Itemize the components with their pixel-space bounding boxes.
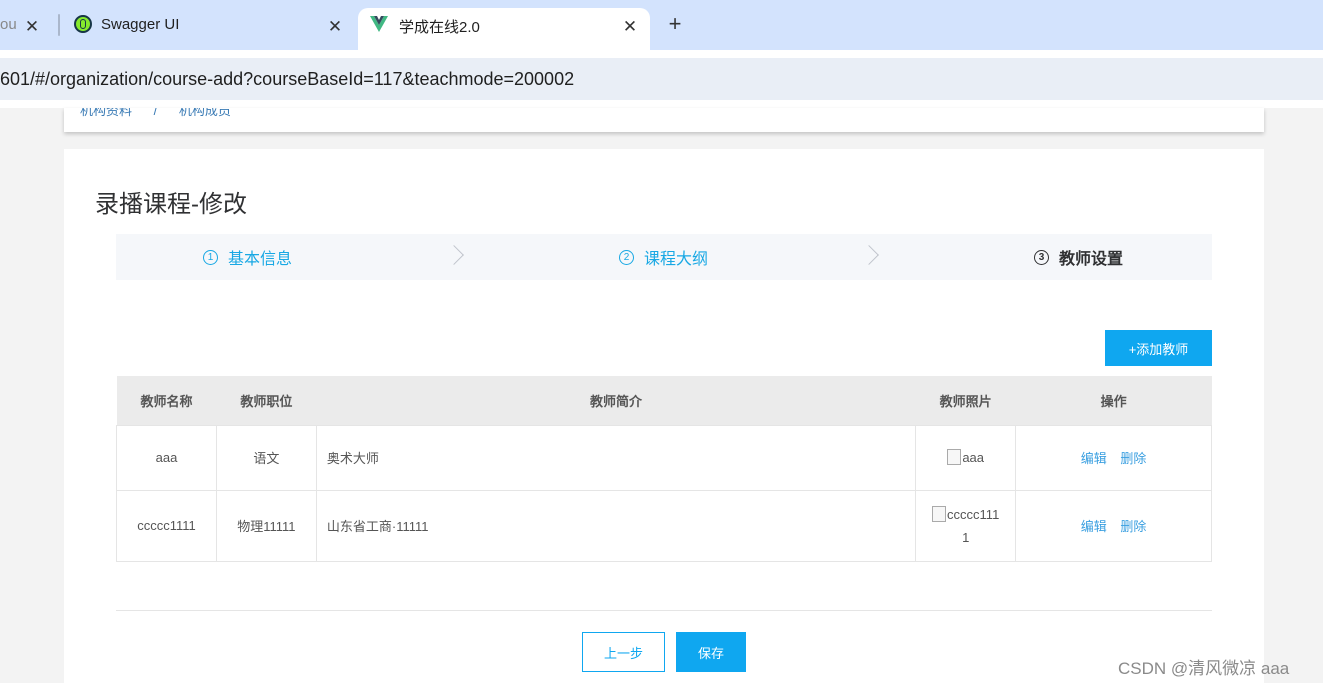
vue-logo-icon bbox=[370, 16, 388, 32]
chevron-right-icon bbox=[444, 245, 464, 265]
teacher-intro: 山东省工商·11111 bbox=[315, 489, 917, 562]
previous-step-button[interactable]: 上一步 bbox=[582, 632, 665, 672]
close-tab-icon[interactable]: ✕ bbox=[325, 17, 345, 37]
url-text[interactable]: 601/#/organization/course-add?courseBase… bbox=[0, 69, 574, 90]
save-button[interactable]: 保存 bbox=[676, 632, 746, 672]
table-header-row: 教师名称 教师职位 教师简介 教师照片 操作 bbox=[116, 376, 1212, 426]
step-number: 1 bbox=[203, 249, 218, 265]
breadcrumb-items: 机构资料 / 机构成员 bbox=[80, 108, 249, 119]
edit-link[interactable]: 编辑 bbox=[1081, 451, 1107, 466]
step-number: 3 bbox=[1034, 249, 1049, 265]
step-teacher-settings[interactable]: 3 教师设置 bbox=[1034, 234, 1123, 280]
table-row: ccccc1111 物理11111 山东省工商·11111 ccccc111 1 … bbox=[116, 489, 1212, 562]
swagger-icon bbox=[74, 15, 92, 33]
breadcrumb-item[interactable]: 机构成员 bbox=[179, 108, 231, 118]
teacher-position: 语文 bbox=[215, 424, 317, 491]
tab-title: Swagger UI bbox=[101, 16, 180, 33]
teacher-photo: ccccc111 1 bbox=[926, 503, 1006, 549]
step-label: 课程大纲 bbox=[644, 251, 709, 268]
table-row: aaa 语文 奥术大师 aaa 编辑 删除 bbox=[116, 424, 1212, 491]
delete-link[interactable]: 删除 bbox=[1120, 519, 1146, 534]
footer-divider bbox=[116, 610, 1212, 611]
step-number: 2 bbox=[619, 249, 634, 265]
delete-link[interactable]: 删除 bbox=[1120, 451, 1146, 466]
photo-alt-text: ccccc111 bbox=[947, 506, 1000, 522]
step-label: 教师设置 bbox=[1059, 251, 1124, 268]
photo-alt-text-wrap: 1 bbox=[962, 529, 970, 545]
new-tab-button[interactable]: + bbox=[664, 13, 686, 36]
close-tab-icon[interactable]: ✕ bbox=[22, 17, 42, 37]
browser-tab-active[interactable]: 学成在线2.0 ✕ bbox=[358, 8, 650, 50]
course-edit-card: 录播课程-修改 1 基本信息 2 课程大纲 3 教师设置 +添加教师 教师名称 … bbox=[64, 149, 1264, 683]
teacher-table: 教师名称 教师职位 教师简介 教师照片 操作 aaa 语文 奥术大师 aaa 编… bbox=[116, 376, 1212, 562]
teacher-photo-cell: aaa bbox=[915, 424, 1017, 491]
edit-link[interactable]: 编辑 bbox=[1081, 519, 1107, 534]
step-label: 基本信息 bbox=[228, 251, 293, 268]
step-basic-info[interactable]: 1 基本信息 bbox=[203, 234, 292, 280]
broken-image-icon bbox=[947, 449, 962, 465]
teacher-name: aaa bbox=[116, 424, 217, 491]
teacher-photo: aaa bbox=[926, 446, 1006, 469]
photo-alt-text: aaa bbox=[962, 450, 985, 465]
breadcrumb-item[interactable]: 机构资料 bbox=[80, 108, 132, 118]
actions-cell: 编辑 删除 bbox=[1015, 489, 1212, 562]
teacher-intro: 奥术大师 bbox=[315, 424, 917, 491]
tab-title: ou bbox=[0, 16, 17, 33]
browser-toolbar: 601/#/organization/course-add?courseBase… bbox=[0, 50, 1323, 108]
address-bar[interactable]: 601/#/organization/course-add?courseBase… bbox=[0, 58, 1323, 100]
watermark: CSDN @清风微凉 aaa bbox=[1118, 659, 1290, 678]
teacher-name: ccccc1111 bbox=[116, 489, 217, 562]
broken-image-icon bbox=[932, 505, 947, 522]
browser-tab-swagger[interactable]: Swagger UI ✕ bbox=[60, 8, 355, 50]
chevron-right-icon bbox=[859, 245, 879, 265]
column-header-intro: 教师简介 bbox=[316, 376, 916, 426]
actions-cell: 编辑 删除 bbox=[1015, 424, 1212, 491]
tab-title: 学成在线2.0 bbox=[399, 19, 480, 36]
browser-tab-1[interactable]: ou ✕ bbox=[0, 8, 52, 50]
column-header-photo: 教师照片 bbox=[915, 376, 1016, 426]
breadcrumb: 机构资料 / 机构成员 bbox=[64, 108, 1264, 132]
step-outline[interactable]: 2 课程大纲 bbox=[619, 234, 708, 280]
browser-tab-strip: ou ✕ Swagger UI ✕ 学成在线2.0 ✕ + bbox=[0, 0, 1323, 50]
column-header-name: 教师名称 bbox=[116, 376, 217, 426]
column-header-position: 教师职位 bbox=[216, 376, 317, 426]
column-header-actions: 操作 bbox=[1015, 376, 1212, 426]
teacher-position: 物理11111 bbox=[215, 489, 317, 562]
step-indicator: 1 基本信息 2 课程大纲 3 教师设置 bbox=[116, 234, 1212, 280]
add-teacher-button[interactable]: +添加教师 bbox=[1105, 330, 1212, 366]
teacher-photo-cell: ccccc111 1 bbox=[915, 489, 1017, 562]
page-title: 录播课程-修改 bbox=[95, 191, 247, 218]
close-tab-icon[interactable]: ✕ bbox=[620, 17, 640, 37]
breadcrumb-separator: / bbox=[153, 108, 158, 118]
